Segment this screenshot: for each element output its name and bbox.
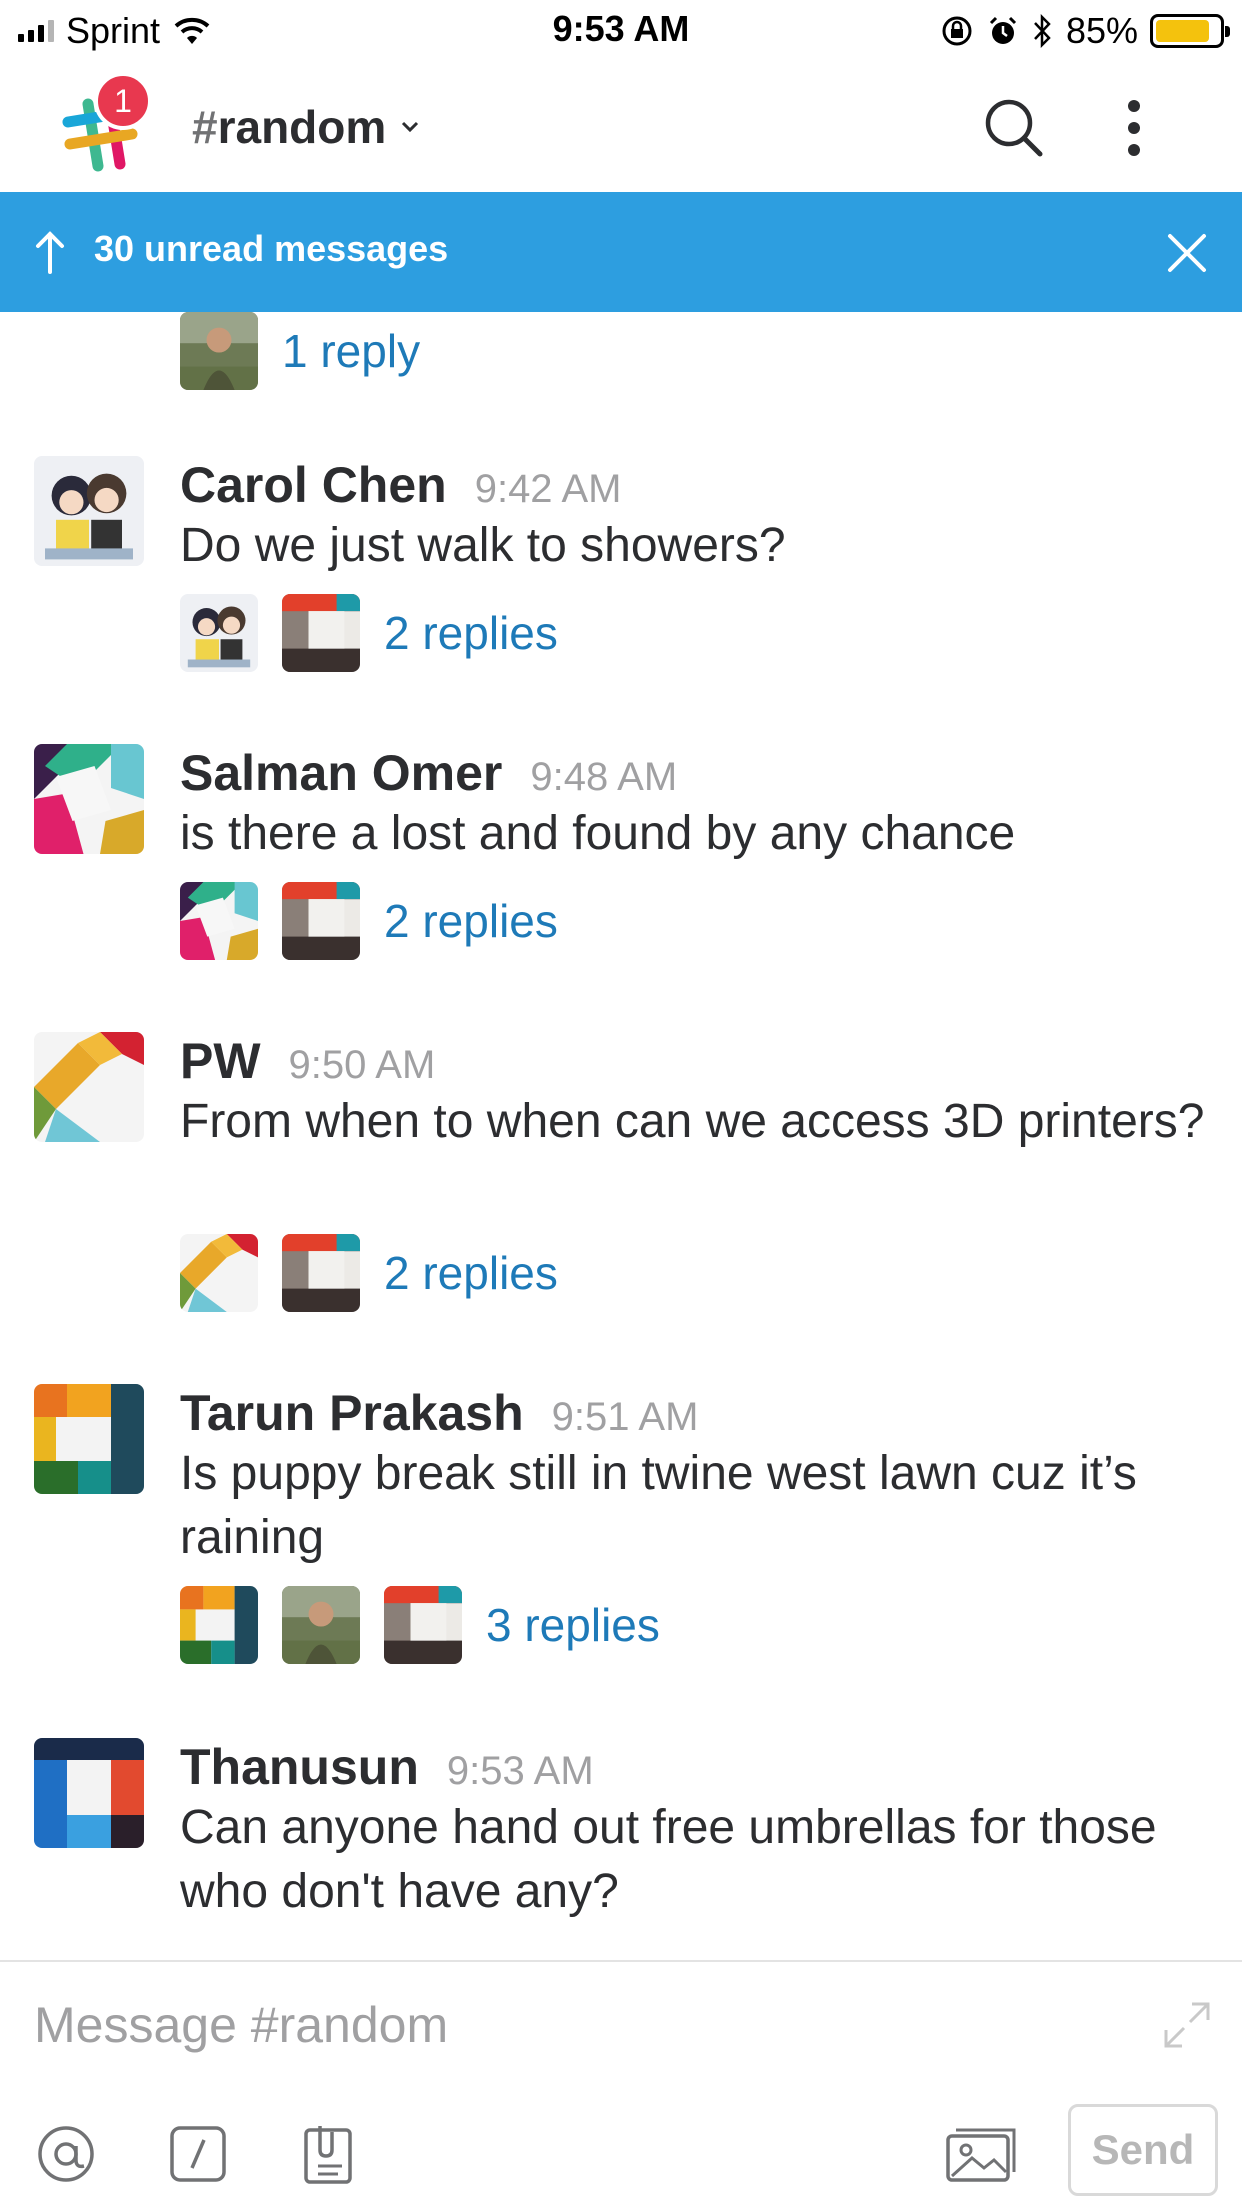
chevron-down-icon <box>402 121 419 133</box>
battery-percent: 85% <box>1065 10 1138 51</box>
message-composer: Message #random Send <box>0 1960 1242 2208</box>
message-text: Do we just walk to showers? <box>180 519 786 572</box>
battery-icon <box>1150 14 1230 48</box>
avatar <box>282 882 360 960</box>
message-header: Thanusun 9:53 AM <box>180 1738 594 1796</box>
thread-replies-row[interactable]: 2 replies <box>180 882 558 960</box>
channel-hash: # <box>192 101 218 153</box>
channel-header: 1 #random <box>0 62 1242 192</box>
status-bar: Sprint 9:53 AM 85% <box>0 0 1242 62</box>
send-button[interactable]: Send <box>1068 2104 1218 2196</box>
message-text: From when to when can we access 3D print… <box>180 1095 1205 1148</box>
message-header: Carol Chen 9:42 AM <box>180 456 621 514</box>
slash-command-icon[interactable] <box>166 2122 230 2186</box>
avatar <box>180 1586 258 1664</box>
message-header: Salman Omer 9:48 AM <box>180 744 677 802</box>
avatar[interactable] <box>34 1032 144 1142</box>
orientation-lock-icon <box>942 16 972 46</box>
replies-link[interactable]: 3 replies <box>486 1598 660 1652</box>
battery-fill <box>1156 20 1209 42</box>
message-text: is there a lost and found by any chance <box>180 807 1016 860</box>
notification-badge: 1 <box>94 72 152 130</box>
replies-link[interactable]: 2 replies <box>384 1246 558 1300</box>
arrow-up-icon <box>36 231 64 274</box>
mention-icon[interactable] <box>34 2122 98 2186</box>
replies-link[interactable]: 2 replies <box>384 606 558 660</box>
search-icon[interactable] <box>982 96 1046 160</box>
alarm-icon <box>989 16 1016 44</box>
avatar <box>180 882 258 960</box>
message-header: PW 9:50 AM <box>180 1032 435 1090</box>
thread-replies-row[interactable]: 2 replies <box>180 594 558 672</box>
avatar[interactable] <box>34 1738 144 1848</box>
message-list[interactable]: 1 reply Carol Chen 9:42 AM Do we just wa… <box>0 312 1242 1960</box>
avatar <box>384 1586 462 1664</box>
more-options-icon[interactable] <box>1118 96 1150 160</box>
avatar[interactable] <box>34 456 144 566</box>
thread-replies-row[interactable]: 2 replies <box>180 1234 558 1312</box>
message-timestamp: 9:50 AM <box>288 1043 436 1087</box>
replies-link[interactable]: 1 reply <box>282 324 420 378</box>
message-timestamp: 9:51 AM <box>551 1395 699 1439</box>
status-right: 85% <box>940 10 1230 52</box>
message-timestamp: 9:53 AM <box>446 1749 594 1793</box>
channel-name: random <box>217 101 387 153</box>
avatar <box>180 594 258 672</box>
message-header: Tarun Prakash 9:51 AM <box>180 1384 698 1442</box>
channel-switcher[interactable]: #random <box>192 100 420 154</box>
unread-count-label: 30 unread messages <box>94 228 449 269</box>
author-name[interactable]: Carol Chen <box>180 456 447 514</box>
unread-banner[interactable]: 30 unread messages <box>0 192 1242 312</box>
avatar[interactable] <box>34 1384 144 1494</box>
replies-link[interactable]: 2 replies <box>384 894 558 948</box>
avatar <box>180 312 258 390</box>
author-name[interactable]: Salman Omer <box>180 744 502 802</box>
avatar <box>282 594 360 672</box>
message-timestamp: 9:48 AM <box>530 755 678 799</box>
thread-replies-row[interactable]: 1 reply <box>180 312 420 390</box>
author-name[interactable]: Thanusun <box>180 1738 419 1796</box>
avatar <box>282 1234 360 1312</box>
author-name[interactable]: Tarun Prakash <box>180 1384 524 1442</box>
message-timestamp: 9:42 AM <box>474 467 622 511</box>
expand-icon[interactable] <box>1160 1998 1214 2052</box>
author-name[interactable]: PW <box>180 1032 261 1090</box>
attach-file-icon[interactable] <box>298 2122 362 2186</box>
photo-icon[interactable] <box>944 2122 1018 2186</box>
message-input[interactable]: Message #random <box>34 1996 448 2054</box>
avatar <box>180 1234 258 1312</box>
close-icon[interactable] <box>1166 232 1208 274</box>
message-text: Can anyone hand out free umbrellas for t… <box>180 1801 1157 1918</box>
bluetooth-icon <box>1034 14 1051 48</box>
avatar[interactable] <box>34 744 144 854</box>
avatar <box>282 1586 360 1664</box>
thread-replies-row[interactable]: 3 replies <box>180 1586 660 1664</box>
message-text: Is puppy break still in twine west lawn … <box>180 1447 1137 1564</box>
